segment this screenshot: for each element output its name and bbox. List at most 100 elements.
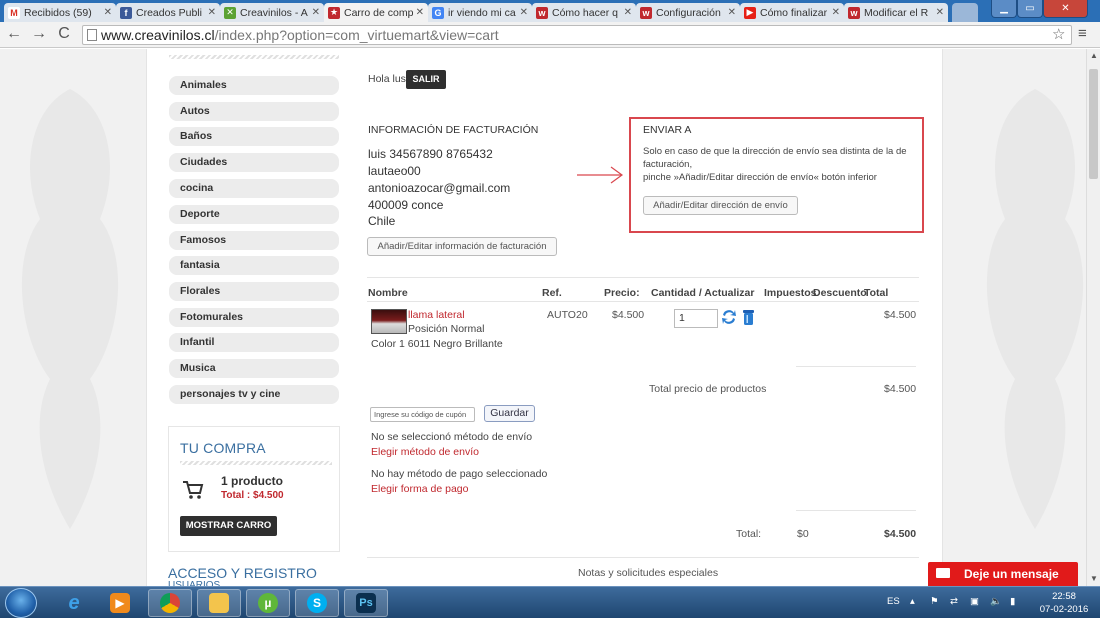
internet-explorer-icon: e — [68, 591, 80, 614]
category-item[interactable]: Famosos — [169, 231, 339, 250]
taskbar-app-chrome[interactable] — [148, 589, 192, 617]
page-icon — [87, 29, 97, 41]
taskbar-app-explorer[interactable] — [197, 589, 241, 617]
window-close-button[interactable]: ✕ — [1043, 0, 1088, 18]
system-clock[interactable]: 22:58 07-02-2016 — [1032, 590, 1096, 616]
network-sync-icon[interactable]: ⇄ — [950, 596, 958, 607]
start-button[interactable] — [5, 588, 37, 618]
category-item[interactable]: Animales — [169, 76, 339, 95]
products-total-value: $4.500 — [884, 383, 917, 395]
billing-line: 400009 conce — [368, 198, 444, 212]
browser-tab-active[interactable]: ★ Carro de comp ✕ — [324, 3, 428, 22]
category-item[interactable]: Baños — [169, 127, 339, 146]
taskbar-app-media[interactable]: ▶ — [98, 589, 142, 617]
category-item[interactable]: Infantil — [169, 333, 339, 352]
close-icon[interactable]: ✕ — [520, 7, 528, 18]
grand-total-label: Total: — [736, 528, 762, 540]
skype-icon: S — [307, 593, 327, 613]
page-scrollbar[interactable]: ▲ ▼ — [1086, 49, 1100, 586]
quantity-input[interactable]: 1 — [674, 309, 718, 328]
browser-tab[interactable]: w Cómo hacer q ✕ — [532, 3, 636, 22]
browser-tab[interactable]: M Recibidos (59) ✕ — [4, 3, 116, 22]
product-price: $4.500 — [612, 309, 645, 321]
gmail-icon: M — [8, 6, 20, 19]
url-path: /index.php?option=com_virtuemart&view=ca… — [214, 27, 499, 43]
taskbar-app-utorrent[interactable]: µ — [246, 589, 290, 617]
scroll-thumb[interactable] — [1089, 69, 1098, 179]
product-position: Posición Normal — [408, 323, 485, 335]
media-player-icon: ▶ — [110, 593, 130, 613]
language-indicator[interactable]: ES — [887, 596, 900, 607]
browser-tab[interactable]: ▶ Cómo finalizar ✕ — [740, 3, 844, 22]
browser-tab[interactable]: G ir viendo mi ca ✕ — [428, 3, 532, 22]
signal-icon[interactable]: ▮ — [1010, 596, 1015, 607]
category-item[interactable]: Fotomurales — [169, 308, 339, 327]
category-item[interactable]: fantasia — [169, 256, 339, 275]
new-tab-button[interactable] — [952, 3, 978, 22]
category-item[interactable]: Musica — [169, 359, 339, 378]
display-icon[interactable]: ▣ — [970, 596, 979, 607]
action-center-icon[interactable]: ⚑ — [930, 596, 939, 607]
category-item[interactable]: Florales — [169, 282, 339, 301]
bookmark-star-icon[interactable]: ☆ — [1052, 25, 1065, 43]
close-icon[interactable]: ✕ — [104, 7, 112, 18]
close-icon[interactable]: ✕ — [312, 7, 320, 18]
header-ref: Ref. — [542, 287, 562, 299]
scroll-up-icon[interactable]: ▲ — [1087, 49, 1100, 63]
minimize-button[interactable]: ▁ — [991, 0, 1017, 18]
show-cart-button[interactable]: MOSTRAR CARRO — [180, 516, 277, 536]
facebook-icon: f — [120, 6, 132, 19]
maximize-button[interactable]: ▭ — [1017, 0, 1043, 18]
category-item[interactable]: personajes tv y cine — [169, 385, 339, 404]
edit-billing-button[interactable]: Añadir/Editar información de facturación — [367, 237, 557, 256]
header-nombre: Nombre — [368, 287, 408, 299]
forward-arrow-icon[interactable]: → — [30, 25, 48, 43]
reload-icon[interactable]: C — [55, 25, 73, 43]
billing-line: luis 34567890 8765432 — [368, 147, 493, 161]
edit-shipping-button[interactable]: Añadir/Editar dirección de envío — [643, 196, 798, 215]
header-descuento: Descuento — [813, 287, 867, 299]
browser-tab[interactable]: w Modificar el R ✕ — [844, 3, 948, 22]
scroll-down-icon[interactable]: ▼ — [1087, 572, 1100, 586]
notes-divider — [367, 557, 919, 558]
close-icon[interactable]: ✕ — [936, 7, 944, 18]
coupon-input[interactable]: Ingrese su código de cupón — [370, 407, 475, 422]
browser-tab[interactable]: ✕ Creavinilos - A ✕ — [220, 3, 324, 22]
choose-shipping-link[interactable]: Elegir método de envío — [371, 446, 479, 458]
menu-icon[interactable]: ≡ — [1078, 25, 1087, 42]
taskbar-app-skype[interactable]: S — [295, 589, 339, 617]
taskbar-app-ie[interactable]: e — [52, 589, 96, 617]
product-name-link[interactable]: llama lateral — [408, 309, 465, 321]
back-arrow-icon[interactable]: ← — [5, 25, 23, 43]
address-bar[interactable]: www.creavinilos.cl/index.php?option=com_… — [82, 25, 1072, 45]
close-icon[interactable]: ✕ — [832, 7, 840, 18]
taskbar-app-photoshop[interactable]: Ps — [344, 589, 388, 617]
logout-button[interactable]: SALIR — [406, 70, 446, 89]
save-coupon-button[interactable]: Guardar — [484, 405, 535, 422]
category-item[interactable]: Ciudades — [169, 153, 339, 172]
billing-line: Chile — [368, 214, 396, 228]
browser-toolbar: ← → C www.creavinilos.cl/index.php?optio… — [0, 22, 1100, 48]
google-icon: G — [432, 6, 444, 19]
chat-widget-button[interactable]: Deje un mensaje — [928, 562, 1078, 586]
category-item[interactable]: Deporte — [169, 205, 339, 224]
youtube-icon: ▶ — [744, 6, 756, 19]
browser-tab[interactable]: w Configuración ✕ — [636, 3, 740, 22]
close-icon[interactable]: ✕ — [416, 7, 424, 18]
product-color: Color 1 6011 Negro Brillante — [371, 338, 503, 350]
browser-tab[interactable]: f Creados Publi ✕ — [116, 3, 220, 22]
category-item[interactable]: cocina — [169, 179, 339, 198]
cart-product-count: 1 producto — [221, 474, 283, 488]
category-item[interactable]: Autos — [169, 102, 339, 121]
product-thumbnail[interactable] — [371, 309, 407, 334]
tray-expand-icon[interactable]: ▴ — [910, 596, 915, 607]
url-domain: www.creavinilos.cl — [101, 27, 215, 43]
w-icon: w — [848, 6, 860, 19]
close-icon[interactable]: ✕ — [728, 7, 736, 18]
close-icon[interactable]: ✕ — [208, 7, 216, 18]
refresh-icon[interactable] — [721, 308, 737, 326]
volume-icon[interactable]: 🔈 — [990, 596, 1002, 607]
choose-payment-link[interactable]: Elegir forma de pago — [371, 483, 468, 495]
close-icon[interactable]: ✕ — [624, 7, 632, 18]
trash-icon[interactable] — [742, 308, 755, 326]
